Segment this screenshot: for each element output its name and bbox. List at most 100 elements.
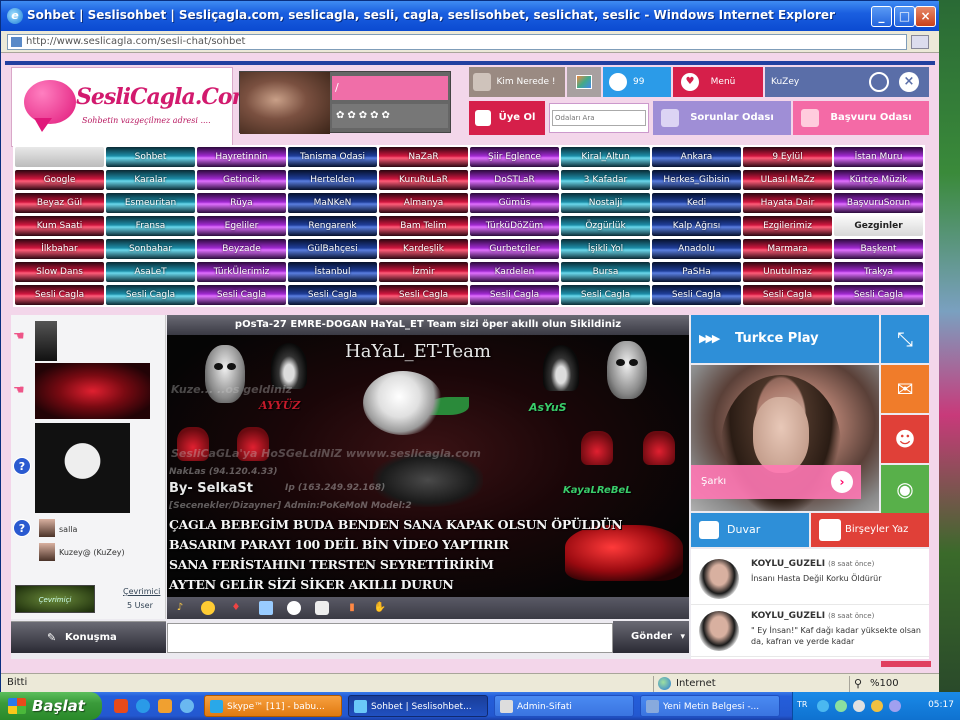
camera-icon[interactable]: ◉: [881, 465, 929, 513]
room-button[interactable]: TürküDöZüm: [470, 216, 559, 236]
room-button[interactable]: 9 Eylül: [743, 147, 832, 167]
room-button[interactable]: Kum Saati: [15, 216, 104, 236]
avatar[interactable]: [39, 519, 55, 537]
room-button[interactable]: Tanisma Odasi: [288, 147, 377, 167]
room-button[interactable]: Şiir Eglence: [470, 147, 559, 167]
compatibility-view-icon[interactable]: [911, 35, 929, 49]
taskbar-item-admin[interactable]: Admin-Sifati: [494, 695, 634, 717]
maximize-button[interactable]: □: [894, 6, 915, 27]
thumbs-up-icon[interactable]: ✋: [373, 601, 387, 615]
room-button[interactable]: İstan Muru: [834, 147, 923, 167]
radio-bar[interactable]: ▶▶▶ Turkce Play: [691, 315, 879, 363]
room-button[interactable]: GülBahçesi: [288, 239, 377, 259]
hand-icon[interactable]: ☚: [13, 329, 29, 345]
taskbar-item-ie[interactable]: Sohbet | Seslisohbet...: [348, 695, 488, 717]
room-button[interactable]: Sesli Cagla: [470, 285, 559, 305]
room-button[interactable]: Kalp Ağrısı: [652, 216, 741, 236]
gift-icon[interactable]: ♦: [229, 601, 243, 615]
room-active-tab[interactable]: [15, 147, 104, 167]
room-button[interactable]: Getincik: [197, 170, 286, 190]
post-author[interactable]: KOYLU_GUZELI (8 saat önce): [751, 611, 874, 621]
room-button[interactable]: TürkÜlerimiz: [197, 262, 286, 282]
hand-icon[interactable]: ☚: [13, 383, 29, 399]
problems-room-button[interactable]: Sorunlar Odası: [653, 101, 791, 135]
browser-icon[interactable]: [180, 699, 194, 713]
media-player-icon[interactable]: [114, 699, 128, 713]
room-button[interactable]: Sesli Cagla: [652, 285, 741, 305]
room-button[interactable]: Sesli Cagla: [288, 285, 377, 305]
wall-button[interactable]: Duvar: [691, 513, 809, 547]
room-button[interactable]: İlkbahar: [15, 239, 104, 259]
network-icon[interactable]: [817, 700, 829, 712]
room-button[interactable]: Beyaz Gül: [15, 193, 104, 213]
zoom-control[interactable]: ⚲ %100: [849, 676, 935, 692]
language-indicator[interactable]: TR: [797, 700, 807, 709]
room-button[interactable]: Google: [15, 170, 104, 190]
room-button[interactable]: NaZaR: [379, 147, 468, 167]
room-button[interactable]: Bam Telim: [379, 216, 468, 236]
collapse-icon[interactable]: ⤡: [881, 315, 929, 363]
gallery-button[interactable]: [567, 67, 601, 97]
wall-post[interactable]: KOYLU_GUZELI (8 saat önce) " Ey İnsan!" K…: [691, 605, 929, 657]
user-name[interactable]: salla: [59, 525, 77, 534]
room-button[interactable]: Nostalji: [561, 193, 650, 213]
site-logo[interactable]: SesliCagla.Com Sohbetin vazgeçilmez adre…: [11, 67, 255, 147]
room-button[interactable]: Başkent: [834, 239, 923, 259]
wall-post[interactable]: KOYLU_GUZELI (8 saat önce) İnsanı Hasta D…: [691, 553, 929, 605]
clock[interactable]: 05:17: [928, 700, 954, 710]
post-author[interactable]: KOYLU_GUZELI (8 saat önce): [751, 559, 874, 569]
user-image[interactable]: [35, 423, 130, 513]
help-icon[interactable]: ?: [13, 457, 31, 475]
room-button[interactable]: Sonbahar: [106, 239, 195, 259]
room-button[interactable]: Fransa: [106, 216, 195, 236]
room-button[interactable]: Sesli Cagla: [197, 285, 286, 305]
room-button[interactable]: Kürtçe Müzik: [834, 170, 923, 190]
room-button[interactable]: Beyzade: [197, 239, 286, 259]
firefox-icon[interactable]: [158, 699, 172, 713]
room-button[interactable]: Gezginler: [834, 216, 923, 236]
room-button[interactable]: BaşvuruSorun: [834, 193, 923, 213]
room-button[interactable]: İstanbul: [288, 262, 377, 282]
room-button[interactable]: İşikli Yol: [561, 239, 650, 259]
menu-button[interactable]: ♥ Menü: [673, 67, 763, 97]
room-button[interactable]: Sesli Cagla: [743, 285, 832, 305]
room-button[interactable]: Egeliler: [197, 216, 286, 236]
taskbar-item-notepad[interactable]: Yeni Metin Belgesi -...: [640, 695, 780, 717]
refresh-icon[interactable]: [869, 72, 889, 92]
room-button[interactable]: Hayretinnin: [197, 147, 286, 167]
play-icon[interactable]: ›: [831, 471, 853, 493]
taskbar-item-skype[interactable]: Skype™ [11] - babu...: [204, 695, 342, 717]
room-button[interactable]: Hertelden: [288, 170, 377, 190]
minimize-button[interactable]: _: [871, 6, 892, 27]
room-button[interactable]: Sesli Cagla: [379, 285, 468, 305]
avatar[interactable]: [699, 611, 739, 651]
profile-avatar[interactable]: [240, 72, 330, 134]
title-bar[interactable]: e Sohbet | Seslisohbet | Sesliçagla.com,…: [1, 1, 939, 31]
room-button[interactable]: MaNKeN: [288, 193, 377, 213]
help-icon[interactable]: ?: [13, 519, 31, 537]
room-button[interactable]: Marmara: [743, 239, 832, 259]
room-button[interactable]: Ezgilerimiz: [743, 216, 832, 236]
logout-icon[interactable]: ×: [899, 72, 919, 92]
user-image[interactable]: [35, 321, 57, 361]
room-button[interactable]: Rüya: [197, 193, 286, 213]
register-button[interactable]: Üye Ol: [469, 101, 545, 135]
camera-icon[interactable]: [315, 601, 329, 615]
room-button[interactable]: Kiral_Altun: [561, 147, 650, 167]
tray-app-icon[interactable]: [889, 700, 901, 712]
avatar[interactable]: [699, 559, 739, 599]
room-button[interactable]: Kardeşlik: [379, 239, 468, 259]
room-button[interactable]: Unutulmaz: [743, 262, 832, 282]
url-field[interactable]: http://www.seslicagla.com/sesli-chat/soh…: [7, 34, 907, 50]
room-button[interactable]: Gurbetçiler: [470, 239, 559, 259]
chevron-down-icon[interactable]: ▾: [680, 621, 685, 653]
room-button[interactable]: Sesli Cagla: [15, 285, 104, 305]
room-button[interactable]: 3 Kafadar: [561, 170, 650, 190]
room-button[interactable]: Anadolu: [652, 239, 741, 259]
user-image[interactable]: [35, 363, 150, 419]
room-button[interactable]: Kardelen: [470, 262, 559, 282]
application-room-button[interactable]: Başvuru Odası: [793, 101, 929, 135]
room-button[interactable]: Hayata Dair: [743, 193, 832, 213]
user-name[interactable]: Kuzey@ (KuZey): [59, 548, 125, 557]
room-button[interactable]: Sesli Cagla: [561, 285, 650, 305]
